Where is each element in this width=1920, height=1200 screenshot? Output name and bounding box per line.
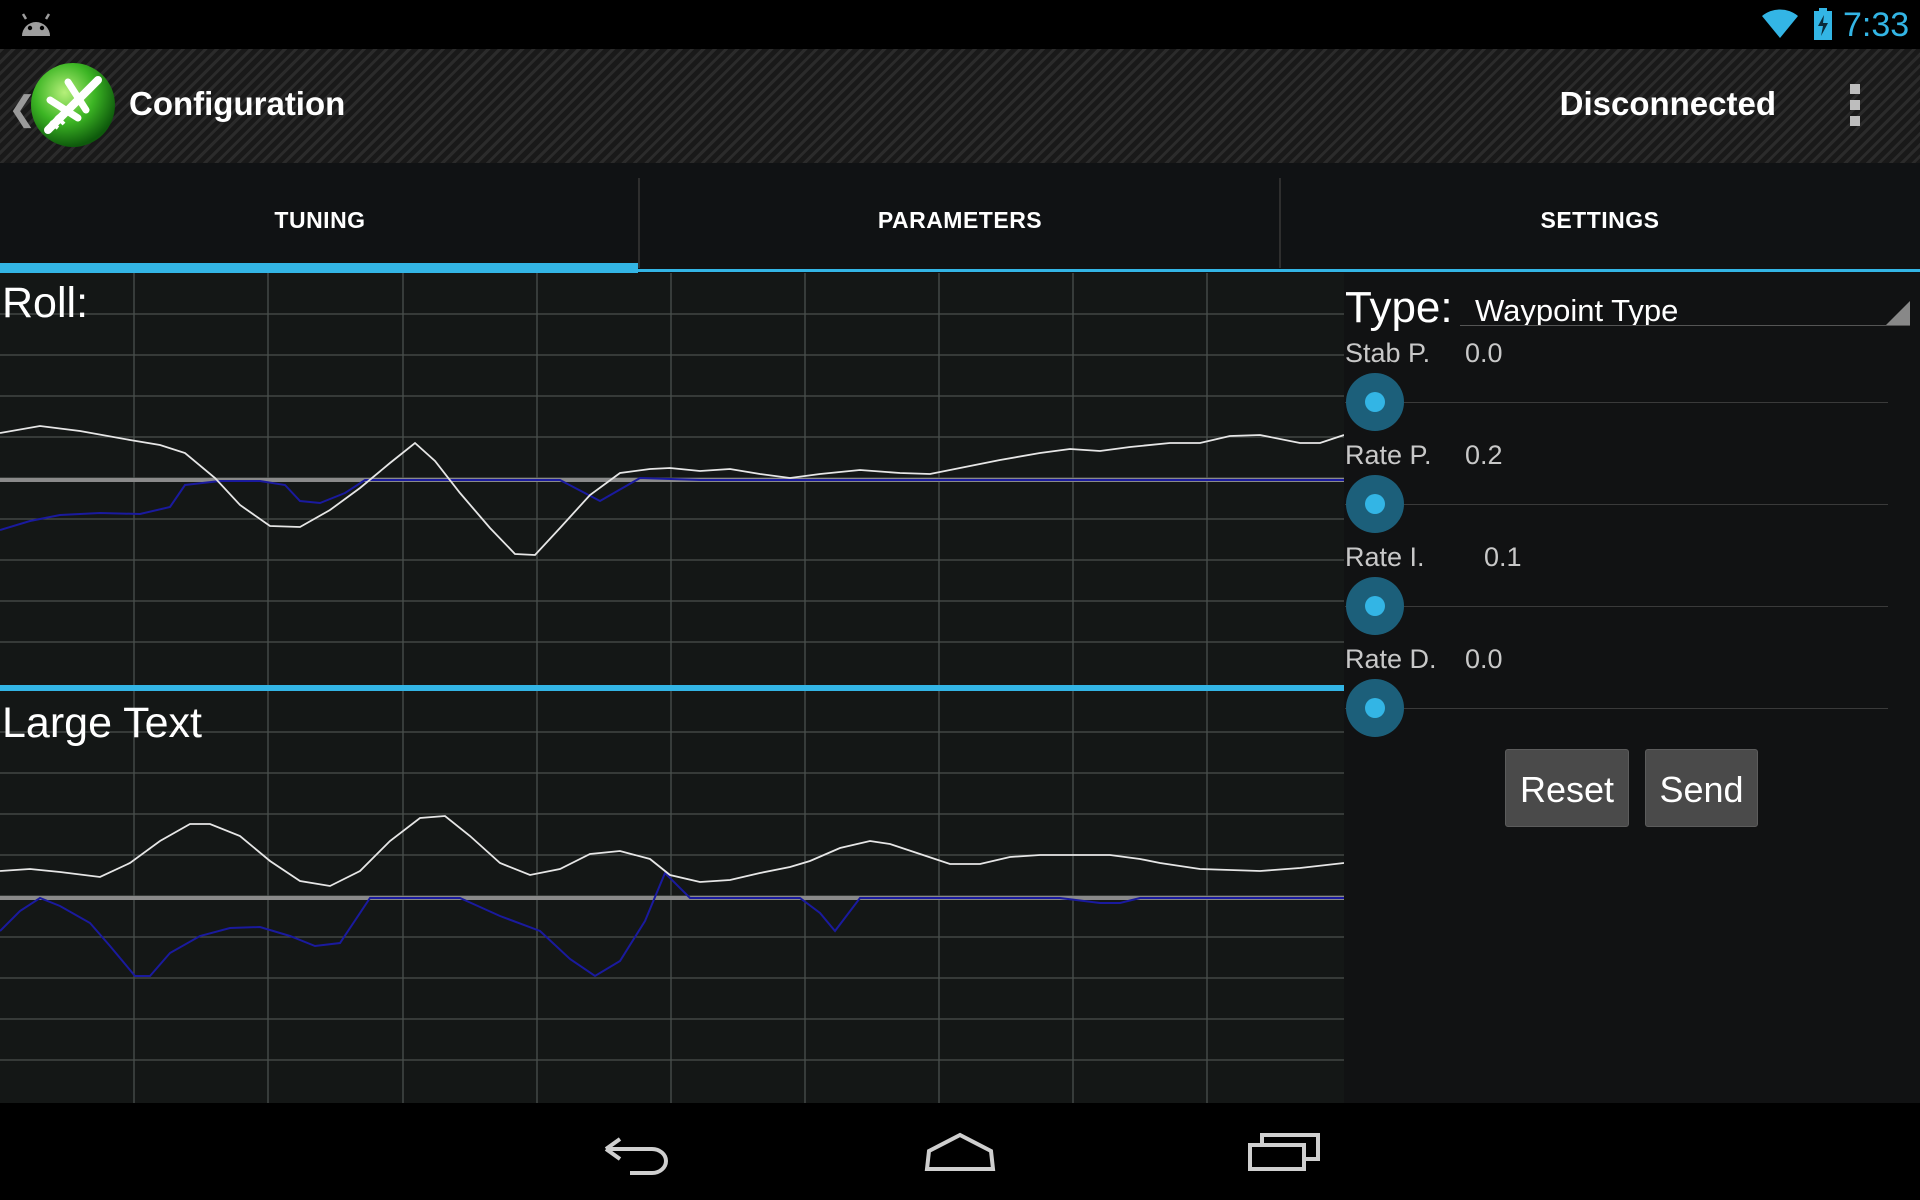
stab-p-slider-thumb[interactable] (1346, 373, 1404, 431)
rate-p-slider-thumb[interactable] (1346, 475, 1404, 533)
roll-graph-plot (0, 273, 1344, 685)
rate-d-value: 0.0 (1465, 644, 1503, 674)
rate-p-slider-track[interactable] (1345, 504, 1888, 505)
recent-apps-icon[interactable] (1240, 1123, 1330, 1179)
roll-graph: Roll: (0, 273, 1344, 685)
roll-measured-trace (0, 425, 1344, 556)
tab-parameters[interactable]: PARAMETERS (640, 163, 1280, 273)
connection-status[interactable]: Disconnected (1560, 85, 1776, 123)
stab-p-slider-track[interactable] (1345, 402, 1888, 403)
tab-tuning[interactable]: TUNING (0, 163, 640, 273)
reset-button[interactable]: Reset (1505, 749, 1629, 827)
tuning-content: Roll: Large Text Type: Waypoint Type Sta… (0, 273, 1920, 1103)
tab-settings-label: SETTINGS (1540, 207, 1660, 233)
target-trace (0, 476, 1344, 531)
action-bar: ❮ Configuration Disconnected (0, 49, 1920, 163)
rate-d-slider-track[interactable] (1345, 708, 1888, 709)
tab-bar: TUNING PARAMETERS SETTINGS (0, 163, 1920, 273)
target-trace (0, 871, 1344, 978)
status-clock: 7:33 (1843, 6, 1910, 44)
airplane-logo-icon[interactable] (28, 60, 118, 150)
type-label: Type: (1345, 283, 1453, 332)
rate-d-slider-thumb[interactable] (1346, 679, 1404, 737)
secondary-graph-label: Large Text (2, 699, 203, 747)
tab-tuning-label: TUNING (274, 207, 366, 233)
rate-p-value: 0.2 (1465, 440, 1503, 470)
rate-i-slider-thumb[interactable] (1346, 577, 1404, 635)
back-icon[interactable] (590, 1123, 680, 1179)
tab-settings[interactable]: SETTINGS (1280, 163, 1920, 273)
secondary-measured-trace (0, 815, 1344, 887)
selected-tab-indicator (0, 263, 638, 273)
rate-d-label: Rate D. (1345, 644, 1437, 674)
waypoint-type-spinner[interactable]: Waypoint Type (1460, 281, 1910, 326)
wifi-icon (1762, 9, 1798, 39)
overflow-menu-icon[interactable] (1848, 84, 1862, 130)
navigation-bar (0, 1103, 1920, 1200)
battery-charging-icon (1814, 8, 1832, 40)
stab-p-label: Stab P. (1345, 338, 1431, 368)
status-bar: 7:33 (0, 0, 1920, 49)
home-icon[interactable] (915, 1123, 1005, 1179)
roll-graph-label: Roll: (2, 279, 89, 327)
secondary-graph-plot (0, 691, 1344, 1103)
waypoint-type-value: Waypoint Type (1475, 293, 1679, 326)
spinner-dropdown-icon (1886, 301, 1910, 325)
screen-title: Configuration (129, 85, 346, 122)
rate-i-label: Rate I. (1345, 542, 1425, 572)
rate-i-value: 0.1 (1484, 542, 1522, 572)
android-notification-icon (21, 13, 51, 36)
stab-p-value: 0.0 (1465, 338, 1503, 368)
rate-i-slider-track[interactable] (1345, 606, 1888, 607)
send-button[interactable]: Send (1645, 749, 1758, 827)
secondary-graph: Large Text (0, 691, 1344, 1103)
tab-parameters-label: PARAMETERS (877, 207, 1043, 233)
rate-p-label: Rate P. (1345, 440, 1432, 470)
